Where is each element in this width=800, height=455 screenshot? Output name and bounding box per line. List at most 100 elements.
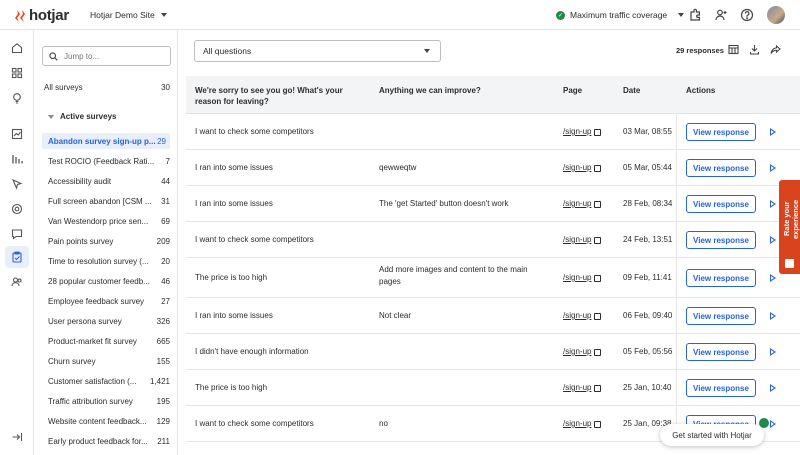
table-row: The price is too high/sign-up 25 Jan, 10:… [186, 370, 800, 406]
traffic-coverage-selector[interactable]: ✓ Maximum traffic coverage [556, 10, 685, 20]
surveys-icon[interactable] [11, 251, 23, 263]
sidebar-survey-item[interactable]: Time to resolution survey (... 20 [44, 253, 170, 269]
answer-q2: The 'get Started' button doesn't work [379, 199, 509, 208]
target-icon[interactable] [11, 203, 23, 215]
sidebar-item-count: 27 [161, 296, 170, 306]
answer-q2: Add more images and content to the main … [379, 265, 528, 286]
sidebar-survey-item[interactable]: Churn survey 155 [44, 353, 170, 369]
sidebar-item-count: 195 [156, 396, 170, 406]
page-link[interactable]: /sign-up [563, 234, 602, 246]
sidebar-item-count: 29 [157, 136, 166, 146]
add-user-icon[interactable] [714, 8, 728, 22]
view-response-button[interactable]: View response [686, 343, 756, 361]
sidebar-survey-item[interactable]: Customer satisfaction (... 1,421 [44, 373, 170, 389]
sidebar-survey-item[interactable]: Product-market fit survey 665 [44, 333, 170, 349]
sidebar-survey-item[interactable]: Website content feedback... 129 [44, 413, 170, 429]
view-response-button[interactable]: View response [686, 123, 756, 141]
play-icon[interactable] [770, 420, 776, 428]
search-input[interactable]: Jump to... [42, 46, 171, 66]
page-link[interactable]: /sign-up [563, 346, 602, 358]
lightbulb-icon[interactable] [11, 92, 23, 104]
sidebar-item-label: Full screen abandon [CSM ... [48, 196, 152, 206]
sidebar-survey-item[interactable]: Test ROCIO (Feedback Rati... 7 [44, 153, 170, 169]
play-icon[interactable] [770, 200, 776, 208]
dashboard-icon[interactable] [11, 67, 23, 79]
collapse-icon[interactable] [11, 431, 23, 443]
view-response-button[interactable]: View response [686, 231, 756, 249]
play-icon[interactable] [770, 274, 776, 282]
play-icon[interactable] [770, 348, 776, 356]
sidebar-survey-item[interactable]: Accessibility audit 44 [44, 173, 170, 189]
answer-q2: no [379, 419, 388, 428]
feedback-icon[interactable] [11, 228, 23, 240]
answer-q1: I ran into some issues [195, 163, 273, 172]
column-header-q1: We're sorry to see you go! What's your r… [195, 86, 343, 106]
table-row: I ran into some issues Not clear/sign-up 0… [186, 298, 800, 334]
help-icon[interactable] [740, 8, 754, 22]
answer-q1: I want to check some competitors [195, 235, 314, 244]
chevron-down-icon [160, 13, 167, 17]
table-row: I ran into some issues The 'get Started' … [186, 186, 800, 222]
share-icon[interactable] [770, 44, 781, 55]
page-link[interactable]: /sign-up [563, 126, 602, 138]
bar-chart-icon[interactable] [11, 153, 23, 165]
page-link-text: /sign-up [563, 419, 592, 428]
sidebar-survey-item[interactable]: Full screen abandon [CSM ... 31 [44, 193, 170, 209]
sidebar-item-count: 129 [156, 416, 170, 426]
sidebar-item-label: Pain points survey [48, 236, 114, 246]
external-link-icon [594, 420, 602, 428]
sidebar-item-label: Employee feedback survey [48, 296, 145, 306]
play-icon[interactable] [770, 128, 776, 136]
external-link-icon [594, 128, 602, 136]
sidebar-survey-item[interactable]: User persona survey 326 [44, 313, 170, 329]
view-response-button[interactable]: View response [686, 379, 756, 397]
question-filter-select[interactable]: All questions [194, 40, 441, 62]
page-link[interactable]: /sign-up [563, 272, 602, 284]
play-icon[interactable] [770, 236, 776, 244]
view-response-button[interactable]: View response [686, 307, 756, 325]
play-icon[interactable] [770, 312, 776, 320]
sidebar-survey-item[interactable]: Early product feedback for... 211 [44, 433, 170, 449]
page-link[interactable]: /sign-up [563, 382, 602, 394]
sidebar-survey-item[interactable]: Van Westendorp price sen... 69 [44, 213, 170, 229]
trend-icon[interactable] [11, 128, 23, 140]
sidebar-survey-item[interactable]: Pain points survey 209 [44, 233, 170, 249]
page-link[interactable]: /sign-up [563, 162, 602, 174]
external-link-icon [594, 236, 602, 244]
site-selector[interactable]: Hotjar Demo Site [90, 10, 167, 20]
sidebar-item-count: 7 [165, 156, 170, 166]
recordings-icon[interactable] [11, 178, 23, 190]
view-response-button[interactable]: View response [686, 159, 756, 177]
response-count: 29 responses [676, 46, 724, 55]
sidebar-survey-item[interactable]: Abandon survey sign-up p... 29 [42, 133, 170, 149]
external-link-icon [594, 164, 602, 172]
check-circle-icon: ✓ [556, 10, 565, 20]
sidebar-survey-item[interactable]: 28 popular customer feedb... 46 [44, 273, 170, 289]
feedback-icon [785, 259, 794, 268]
download-icon[interactable] [749, 44, 760, 55]
active-surveys-section[interactable]: Active surveys [48, 112, 116, 121]
rate-experience-tab[interactable]: Rate your experience [779, 180, 800, 274]
sidebar-item-all-surveys[interactable]: All surveys 30 [44, 79, 170, 95]
page-link[interactable]: /sign-up [563, 418, 602, 430]
page-link[interactable]: /sign-up [563, 310, 602, 322]
page-link[interactable]: /sign-up [563, 198, 602, 210]
hotjar-logo[interactable]: hotjar [14, 7, 69, 24]
sidebar-survey-item[interactable]: Employee feedback survey 27 [44, 293, 170, 309]
table-row: I didn't have enough information/sign-up… [186, 334, 800, 370]
sidebar-item-count: 30 [161, 82, 170, 92]
puzzle-icon[interactable] [688, 8, 702, 22]
feedback-tab-label: Rate your experience [782, 199, 800, 239]
view-response-button[interactable]: View response [686, 195, 756, 213]
users-icon[interactable] [11, 276, 23, 288]
view-response-button[interactable]: View response [686, 269, 756, 287]
response-date: 05 Feb, 05:56 [623, 347, 673, 356]
main-content: All questions 29 responses We're sorry t… [178, 30, 800, 455]
play-icon[interactable] [770, 384, 776, 392]
columns-icon[interactable] [728, 44, 739, 55]
user-avatar[interactable] [767, 6, 785, 24]
play-icon[interactable] [770, 164, 776, 172]
home-icon[interactable] [11, 42, 23, 54]
sidebar-survey-item[interactable]: Traffic attribution survey 195 [44, 393, 170, 409]
get-started-toast[interactable]: Get started with Hotjar [660, 424, 764, 446]
